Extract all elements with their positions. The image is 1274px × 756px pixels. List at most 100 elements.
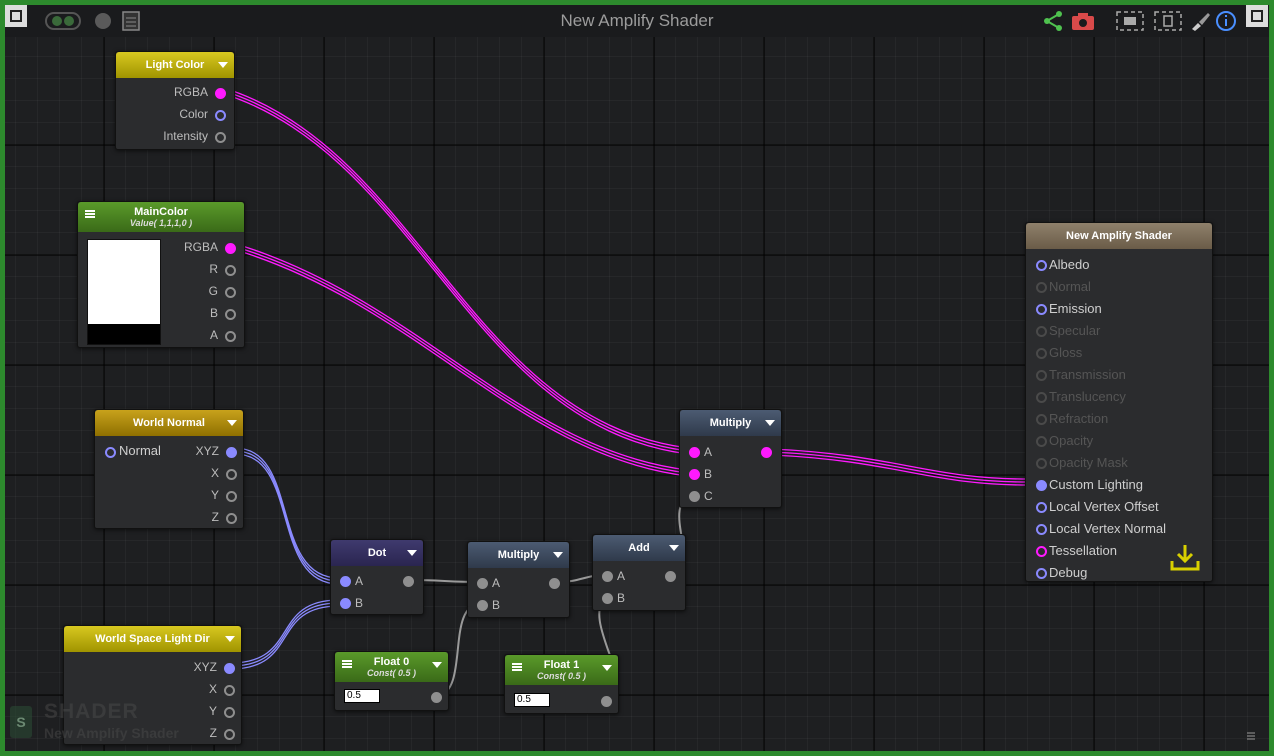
document-icon[interactable] bbox=[121, 10, 141, 32]
master-input-pin[interactable] bbox=[1036, 546, 1047, 557]
x-output-pin[interactable] bbox=[226, 469, 237, 480]
maximize-right-button[interactable] bbox=[1246, 5, 1268, 27]
master-input-pin[interactable] bbox=[1036, 304, 1047, 315]
z-output-pin[interactable] bbox=[226, 513, 237, 524]
dropdown-arrow-icon[interactable] bbox=[227, 420, 237, 426]
dropdown-arrow-icon[interactable] bbox=[553, 552, 563, 558]
master-input-pin[interactable] bbox=[1036, 436, 1047, 447]
z-output-pin[interactable] bbox=[224, 729, 235, 740]
b-input-pin[interactable] bbox=[689, 469, 700, 480]
add-header[interactable]: Add bbox=[593, 535, 685, 561]
color-output-pin[interactable] bbox=[215, 110, 226, 121]
multiply-output-pin[interactable] bbox=[549, 578, 560, 589]
main-color-header[interactable]: MainColor Value( 1,1,1,0 ) bbox=[78, 202, 244, 232]
info-icon[interactable] bbox=[1215, 10, 1237, 32]
float0-node[interactable]: Float 0 Const( 0.5 ) 0.5 bbox=[334, 651, 449, 711]
b-input-pin[interactable] bbox=[340, 598, 351, 609]
b-output-pin[interactable] bbox=[225, 309, 236, 320]
multiply-main-header[interactable]: Multiply bbox=[680, 410, 781, 436]
light-color-header[interactable]: Light Color bbox=[116, 52, 234, 78]
master-input-pin[interactable] bbox=[1036, 370, 1047, 381]
dropdown-arrow-icon[interactable] bbox=[602, 665, 612, 671]
float1-node[interactable]: Float 1 Const( 0.5 ) 0.5 bbox=[504, 654, 619, 714]
float1-value-field[interactable]: 0.5 bbox=[514, 693, 550, 707]
a-input-pin[interactable] bbox=[477, 578, 488, 589]
master-input-label: Opacity bbox=[1049, 433, 1094, 448]
rgba-output-pin[interactable] bbox=[215, 88, 226, 99]
maximize-left-button[interactable] bbox=[5, 5, 27, 27]
dropdown-arrow-icon[interactable] bbox=[225, 636, 235, 642]
multiply-small-header[interactable]: Multiply bbox=[468, 542, 569, 568]
master-input-pin[interactable] bbox=[1036, 568, 1047, 579]
dropdown-arrow-icon[interactable] bbox=[218, 62, 228, 68]
master-input-pin[interactable] bbox=[1036, 502, 1047, 513]
b-input-pin[interactable] bbox=[477, 600, 488, 611]
dropdown-arrow-icon[interactable] bbox=[407, 550, 417, 556]
g-output-pin[interactable] bbox=[225, 287, 236, 298]
master-input-pin[interactable] bbox=[1036, 260, 1047, 271]
share-icon[interactable] bbox=[1042, 10, 1064, 32]
float0-value-field[interactable]: 0.5 bbox=[344, 689, 380, 703]
multiply-output-pin[interactable] bbox=[761, 447, 772, 458]
y-output-pin[interactable] bbox=[224, 707, 235, 718]
master-input-pin[interactable] bbox=[1036, 480, 1047, 491]
float0-output-pin[interactable] bbox=[431, 692, 442, 703]
add-output-pin[interactable] bbox=[665, 571, 676, 582]
rgba-output-pin[interactable] bbox=[225, 243, 236, 254]
camera-icon[interactable] bbox=[1070, 10, 1096, 32]
master-input-pin[interactable] bbox=[1036, 458, 1047, 469]
input-label: B bbox=[617, 591, 626, 605]
fit-view-icon[interactable] bbox=[1115, 10, 1145, 32]
multiply-node-main[interactable]: Multiply A B C bbox=[679, 409, 782, 508]
world-normal-node[interactable]: World Normal Normal XYZ X Y Z bbox=[94, 409, 244, 529]
dropdown-arrow-icon[interactable] bbox=[669, 545, 679, 551]
master-header[interactable]: New Amplify Shader bbox=[1026, 223, 1212, 249]
xyz-output-pin[interactable] bbox=[224, 663, 235, 674]
master-input-pin[interactable] bbox=[1036, 348, 1047, 359]
main-color-node[interactable]: MainColor Value( 1,1,1,0 ) RGBA R G B A bbox=[77, 201, 245, 348]
save-shader-icon[interactable] bbox=[1168, 541, 1202, 575]
menu-icon[interactable] bbox=[342, 660, 352, 668]
c-input-pin[interactable] bbox=[689, 491, 700, 502]
live-mode-icon[interactable] bbox=[45, 11, 81, 31]
xyz-output-pin[interactable] bbox=[226, 447, 237, 458]
y-output-pin[interactable] bbox=[226, 491, 237, 502]
multiply-node-small[interactable]: Multiply A B bbox=[467, 541, 570, 618]
a-output-pin[interactable] bbox=[225, 331, 236, 342]
master-node[interactable]: New Amplify Shader Albedo Normal Emission S… bbox=[1025, 222, 1213, 582]
dot-node[interactable]: Dot A B bbox=[330, 539, 424, 615]
select-view-icon[interactable] bbox=[1153, 10, 1183, 32]
brush-icon[interactable] bbox=[1189, 10, 1211, 32]
node-subtitle: Value( 1,1,1,0 ) bbox=[129, 218, 193, 228]
add-node[interactable]: Add A B bbox=[592, 534, 686, 611]
float1-output-pin[interactable] bbox=[601, 696, 612, 707]
a-input-pin[interactable] bbox=[689, 447, 700, 458]
dot-output-pin[interactable] bbox=[403, 576, 414, 587]
normal-input-pin[interactable] bbox=[105, 447, 116, 458]
master-input-pin[interactable] bbox=[1036, 524, 1047, 535]
float0-header[interactable]: Float 0 Const( 0.5 ) bbox=[335, 652, 448, 682]
menu-icon[interactable] bbox=[85, 210, 95, 218]
master-input-pin[interactable] bbox=[1036, 414, 1047, 425]
output-label: X bbox=[210, 466, 219, 480]
b-input-pin[interactable] bbox=[602, 593, 613, 604]
color-swatch[interactable] bbox=[87, 239, 161, 345]
menu-icon[interactable] bbox=[512, 663, 522, 671]
light-dir-header[interactable]: World Space Light Dir bbox=[64, 626, 241, 652]
master-input-pin[interactable] bbox=[1036, 392, 1047, 403]
a-input-pin[interactable] bbox=[602, 571, 613, 582]
dropdown-arrow-icon[interactable] bbox=[432, 662, 442, 668]
master-input-pin[interactable] bbox=[1036, 282, 1047, 293]
intensity-output-pin[interactable] bbox=[215, 132, 226, 143]
record-icon[interactable] bbox=[93, 11, 113, 31]
a-input-pin[interactable] bbox=[340, 576, 351, 587]
x-output-pin[interactable] bbox=[224, 685, 235, 696]
master-input-pin[interactable] bbox=[1036, 326, 1047, 337]
world-normal-header[interactable]: World Normal bbox=[95, 410, 243, 436]
dot-header[interactable]: Dot bbox=[331, 540, 423, 566]
float1-header[interactable]: Float 1 Const( 0.5 ) bbox=[505, 655, 618, 685]
resize-grip-icon[interactable] bbox=[1246, 730, 1256, 740]
light-color-node[interactable]: Light Color RGBA Color Intensity bbox=[115, 51, 235, 150]
r-output-pin[interactable] bbox=[225, 265, 236, 276]
dropdown-arrow-icon[interactable] bbox=[765, 420, 775, 426]
